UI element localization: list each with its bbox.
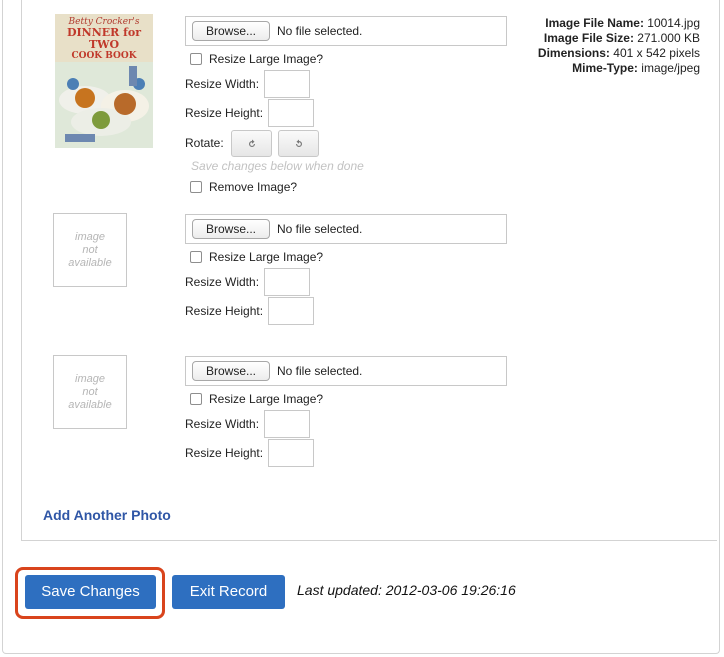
rotate-label: Rotate: xyxy=(185,136,224,150)
browse-button-2[interactable]: Browse... xyxy=(192,219,270,239)
exit-record-button[interactable]: Exit Record xyxy=(172,575,285,609)
resize-large-checkbox-1[interactable] xyxy=(190,53,202,65)
rotate-left-icon xyxy=(248,139,255,147)
file-name-value: 10014.jpg xyxy=(647,16,700,30)
remove-image-checkbox[interactable] xyxy=(190,181,202,193)
placeholder-line: not xyxy=(82,243,98,256)
resize-height-label-1: Resize Height: xyxy=(185,106,264,120)
last-updated-text: Last updated: 2012-03-06 19:26:16 xyxy=(297,582,516,598)
file-status-2: No file selected. xyxy=(277,222,363,236)
resize-width-label-2: Resize Width: xyxy=(185,275,260,289)
resize-large-label-1: Resize Large Image? xyxy=(209,52,324,66)
rotate-right-button[interactable] xyxy=(278,130,319,157)
placeholder-line: image xyxy=(75,372,105,385)
resize-height-label-2: Resize Height: xyxy=(185,304,264,318)
file-size-label: Image File Size: xyxy=(543,31,634,45)
save-changes-button[interactable]: Save Changes xyxy=(25,575,156,609)
add-another-photo-link[interactable]: Add Another Photo xyxy=(43,507,171,523)
cover-thumbnail: Betty Crocker's DINNER for TWO COOK BOOK xyxy=(55,14,153,148)
rotate-left-button[interactable] xyxy=(231,130,272,157)
image-metadata: Image File Name: 10014.jpg Image File Si… xyxy=(520,16,700,76)
file-status-1: No file selected. xyxy=(277,24,363,38)
mime-type-label: Mime-Type: xyxy=(572,61,638,75)
resize-large-checkbox-3[interactable] xyxy=(190,393,202,405)
resize-width-label-1: Resize Width: xyxy=(185,77,260,91)
file-name-label: Image File Name: xyxy=(545,16,644,30)
placeholder-line: available xyxy=(68,256,112,269)
resize-large-checkbox-2[interactable] xyxy=(190,251,202,263)
resize-large-label-3: Resize Large Image? xyxy=(209,392,324,406)
save-hint: Save changes below when done xyxy=(191,159,364,173)
cover-title-line3: COOK BOOK xyxy=(71,51,137,61)
resize-width-input-1[interactable] xyxy=(264,70,310,98)
file-input-3[interactable]: Browse... No file selected. xyxy=(185,356,507,386)
placeholder-line: image xyxy=(75,230,105,243)
cover-title-line2: DINNER for TWO xyxy=(66,26,141,51)
placeholder-line: not xyxy=(82,385,98,398)
resize-height-label-3: Resize Height: xyxy=(185,446,264,460)
resize-width-input-2[interactable] xyxy=(264,268,310,296)
dimensions-label: Dimensions: xyxy=(537,46,610,60)
dimensions-value: 401 x 542 pixels xyxy=(613,46,700,60)
image-placeholder-2: image not available xyxy=(53,213,127,287)
resize-width-label-3: Resize Width: xyxy=(185,417,260,431)
resize-height-input-2[interactable] xyxy=(268,297,314,325)
placeholder-line: available xyxy=(68,398,112,411)
file-size-value: 271.000 KB xyxy=(637,31,700,45)
browse-button-1[interactable]: Browse... xyxy=(192,21,270,41)
browse-button-3[interactable]: Browse... xyxy=(192,361,270,381)
file-status-3: No file selected. xyxy=(277,364,363,378)
mime-type-value: image/jpeg xyxy=(641,61,700,75)
file-input-1[interactable]: Browse... No file selected. xyxy=(185,16,507,46)
file-input-2[interactable]: Browse... No file selected. xyxy=(185,214,507,244)
resize-width-input-3[interactable] xyxy=(264,410,310,438)
resize-height-input-1[interactable] xyxy=(268,99,314,127)
image-placeholder-3: image not available xyxy=(53,355,127,429)
rotate-right-icon xyxy=(295,139,302,147)
resize-height-input-3[interactable] xyxy=(268,439,314,467)
resize-large-label-2: Resize Large Image? xyxy=(209,250,324,264)
remove-image-label: Remove Image? xyxy=(209,180,298,194)
